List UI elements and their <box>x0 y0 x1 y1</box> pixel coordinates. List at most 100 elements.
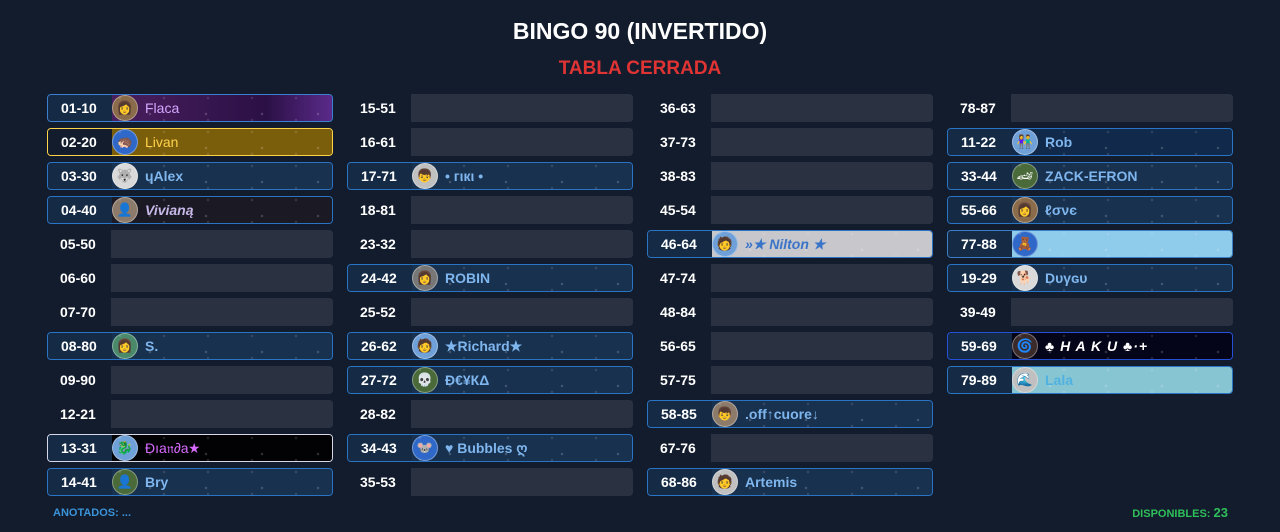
bingo-row[interactable]: 11-22 👫 Rob <box>947 128 1233 156</box>
bingo-row[interactable]: 35-53 <box>347 468 633 496</box>
bingo-row[interactable]: 18-81 <box>347 196 633 224</box>
player-name: ZACK-EFRON <box>1045 168 1138 184</box>
bingo-row[interactable]: 15-51 <box>347 94 633 122</box>
bingo-row[interactable]: 37-73 <box>647 128 933 156</box>
bingo-row[interactable]: 34-43 🐭 ♥ Bubbles ღ <box>347 434 633 462</box>
bingo-row[interactable]: 16-61 <box>347 128 633 156</box>
player-name: Vivianą <box>145 202 194 218</box>
player-name: ♥ Bubbles ღ <box>445 439 528 456</box>
bingo-row[interactable]: 78-87 <box>947 94 1233 122</box>
player-slot: 👩 ROBIN <box>412 265 632 291</box>
player-avatar: 🐭 <box>412 435 438 461</box>
player-name: Rob <box>1045 134 1073 150</box>
bingo-row[interactable]: 58-85 👦 .off↑cuore↓ <box>647 400 933 428</box>
empty-slot <box>711 264 933 292</box>
bingo-row[interactable]: 08-80 👩 S. <box>47 332 333 360</box>
bingo-row[interactable]: 79-89 🌊 Lala <box>947 366 1233 394</box>
player-name: S. <box>145 338 159 354</box>
bingo-row[interactable]: 25-52 <box>347 298 633 326</box>
player-name: Flaca <box>145 100 180 116</box>
bingo-number: 67-76 <box>647 434 711 462</box>
player-slot: 👦 .off↑cuore↓ <box>712 401 932 427</box>
bingo-row[interactable]: 36-63 <box>647 94 933 122</box>
bingo-row[interactable]: 24-42 👩 ROBIN <box>347 264 633 292</box>
bingo-row[interactable]: 45-54 <box>647 196 933 224</box>
bingo-row[interactable]: 05-50 <box>47 230 333 258</box>
bingo-row[interactable]: 47-74 <box>647 264 933 292</box>
bingo-row[interactable]: 77-88 🧸 <box>947 230 1233 258</box>
bingo-number: 12-21 <box>47 400 111 428</box>
player-slot: 👩 Flaca <box>112 95 332 121</box>
bingo-number: 01-10 <box>48 95 112 121</box>
anotados-label[interactable]: ANOTADOS: ... <box>53 507 131 519</box>
player-slot: 👩 ℓσνє <box>1012 197 1232 223</box>
empty-slot <box>111 400 333 428</box>
bingo-row[interactable]: 26-62 🧑 ★Richard★ <box>347 332 633 360</box>
bingo-row[interactable]: 56-65 <box>647 332 933 360</box>
player-avatar: 🧑 <box>712 231 738 257</box>
bingo-row[interactable]: 46-64 🧑 »★ Nilton ★ <box>647 230 933 258</box>
bingo-number: 48-84 <box>647 298 711 326</box>
bingo-number: 59-69 <box>948 333 1012 359</box>
bingo-row[interactable]: 12-21 <box>47 400 333 428</box>
bingo-row[interactable]: 39-49 <box>947 298 1233 326</box>
disponibles-summary: DISPONIBLES: 23 <box>1132 505 1228 520</box>
empty-slot <box>711 434 933 462</box>
player-avatar: 🦔 <box>112 129 138 155</box>
bingo-board: 01-10 👩 Flaca 02-20 🦔 Livan 03-30 🐺 ɥAlex 04-40 👤 V… <box>47 94 1233 496</box>
bingo-row[interactable]: 38-83 <box>647 162 933 190</box>
player-avatar: 🧑 <box>412 333 438 359</box>
player-name: ★Richard★ <box>445 337 523 354</box>
empty-slot <box>711 94 933 122</box>
bingo-row[interactable]: 67-76 <box>647 434 933 462</box>
bingo-row[interactable]: 17-71 👦 • гιкι • <box>347 162 633 190</box>
player-avatar: 👩 <box>1012 197 1038 223</box>
player-slot: 💀 Ð€¥КΔ <box>412 367 632 393</box>
player-avatar: 👤 <box>112 469 138 495</box>
bingo-row[interactable]: 48-84 <box>647 298 933 326</box>
bingo-row[interactable]: 59-69 🌀 ♣ H A K U ♣·+ <box>947 332 1233 360</box>
bingo-row[interactable]: 23-32 <box>347 230 633 258</box>
player-avatar: 🌀 <box>1012 333 1038 359</box>
bingo-row[interactable]: 03-30 🐺 ɥAlex <box>47 162 333 190</box>
player-name: ROBIN <box>445 270 491 286</box>
player-avatar: 🧸 <box>1012 231 1038 257</box>
bingo-row[interactable]: 04-40 👤 Vivianą <box>47 196 333 224</box>
bingo-number: 07-70 <box>47 298 111 326</box>
bingo-row[interactable]: 28-82 <box>347 400 633 428</box>
bingo-row[interactable]: 27-72 💀 Ð€¥КΔ <box>347 366 633 394</box>
bingo-row[interactable]: 13-31 🐉 Ðıa𝔫∂a★ <box>47 434 333 462</box>
player-avatar: 👩 <box>112 95 138 121</box>
player-slot: 🐕 Dυγɢυ <box>1012 265 1232 291</box>
player-avatar: 👩 <box>112 333 138 359</box>
player-slot: 🌀 ♣ H A K U ♣·+ <box>1012 333 1232 359</box>
bingo-row[interactable]: 19-29 🐕 Dυγɢυ <box>947 264 1233 292</box>
bingo-row[interactable]: 02-20 🦔 Livan <box>47 128 333 156</box>
empty-slot <box>111 230 333 258</box>
player-name: .off↑cuore↓ <box>745 406 819 422</box>
empty-slot <box>711 298 933 326</box>
bingo-row[interactable]: 68-86 🧑 Artemis <box>647 468 933 496</box>
bingo-number: 15-51 <box>347 94 411 122</box>
bingo-row[interactable]: 06-60 <box>47 264 333 292</box>
bingo-number: 09-90 <box>47 366 111 394</box>
bingo-row[interactable]: 14-41 👤 Bry <box>47 468 333 496</box>
bingo-row[interactable]: 01-10 👩 Flaca <box>47 94 333 122</box>
player-avatar: 👦 <box>712 401 738 427</box>
player-avatar: 🐉 <box>112 435 138 461</box>
player-avatar: 🧑 <box>712 469 738 495</box>
player-slot: 🧑 »★ Nilton ★ <box>712 231 932 257</box>
player-name: Livan <box>145 134 179 150</box>
board-column-4: 78-87 11-22 👫 Rob 33-44 🏎 ZACK-EFRON 55-66 👩 ℓσνє… <box>947 94 1233 496</box>
bingo-number: 56-65 <box>647 332 711 360</box>
bingo-row[interactable]: 57-75 <box>647 366 933 394</box>
bingo-number: 16-61 <box>347 128 411 156</box>
empty-slot <box>111 366 333 394</box>
bingo-row[interactable]: 09-90 <box>47 366 333 394</box>
bingo-row[interactable]: 07-70 <box>47 298 333 326</box>
player-avatar: 🐕 <box>1012 265 1038 291</box>
bingo-row[interactable]: 33-44 🏎 ZACK-EFRON <box>947 162 1233 190</box>
bingo-number: 19-29 <box>948 265 1012 291</box>
bingo-row[interactable]: 55-66 👩 ℓσνє <box>947 196 1233 224</box>
bingo-number: 14-41 <box>48 469 112 495</box>
